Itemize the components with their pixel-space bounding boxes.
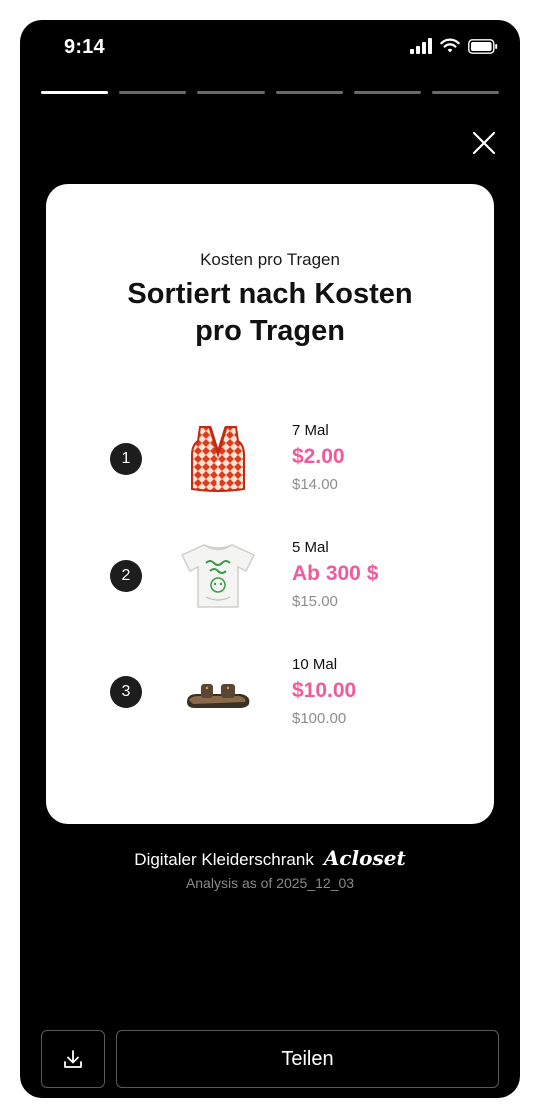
item-image-knit-vest[interactable] (176, 417, 260, 501)
brand-line: Digitaler Kleiderschrank Acloset (20, 846, 520, 870)
card-subtitle: Kosten pro Tragen (200, 250, 340, 269)
progress-segment (197, 91, 265, 94)
progress-segment (431, 91, 500, 94)
phone-screen: 9:14 Kosten pro Tragen Sortiert nach Kos… (20, 20, 520, 1098)
item-info: 5 Mal Ab 300 $ $15.00 (292, 539, 378, 610)
status-icons (410, 38, 498, 54)
story-progress (41, 91, 500, 94)
rank-badge: 1 (110, 443, 142, 475)
close-button[interactable] (469, 128, 499, 158)
progress-segment (41, 91, 109, 94)
download-icon (64, 1050, 82, 1068)
progress-segment (275, 91, 343, 94)
download-button[interactable] (41, 1030, 105, 1088)
rank-badge: 3 (110, 676, 142, 708)
brand-text: Digitaler Kleiderschrank (134, 850, 314, 869)
card-title-line1: Sortiert nach Kosten (127, 278, 413, 310)
status-time: 9:14 (64, 36, 105, 58)
item-info: 7 Mal $2.00 $14.00 (292, 422, 345, 493)
item-image-sandals[interactable] (176, 650, 260, 734)
analysis-date: Analysis as of 2025_12_03 (185, 875, 355, 891)
cost-per-wear: $10.00 (292, 679, 357, 702)
rank-badge: 2 (110, 560, 142, 592)
signal-icon (410, 38, 432, 54)
item-price: $14.00 (292, 476, 338, 493)
wear-count: 5 Mal (292, 539, 329, 556)
wear-count: 10 Mal (292, 656, 338, 673)
share-button[interactable]: Teilen (116, 1030, 499, 1088)
item-image-graphic-tshirt[interactable] (176, 534, 260, 618)
battery-icon (468, 38, 498, 54)
item-price: $15.00 (292, 593, 338, 610)
card-title: Sortiert nach Kosten pro Tragen (86, 276, 454, 350)
cost-per-wear-card: Kosten pro Tragen Sortiert nach Kosten p… (46, 184, 494, 824)
progress-segment (353, 91, 421, 94)
item-info: 10 Mal $10.00 $100.00 (292, 656, 356, 727)
brand-logo: Acloset (323, 846, 406, 870)
card-title-line2: pro Tragen (195, 315, 345, 347)
item-price: $100.00 (292, 710, 347, 727)
wear-count: 7 Mal (292, 422, 329, 439)
close-icon (472, 131, 496, 155)
cost-per-wear: $2.00 (292, 445, 345, 468)
cost-per-wear: Ab 300 $ (292, 562, 379, 585)
progress-segment (119, 91, 187, 94)
wifi-icon (440, 38, 460, 53)
